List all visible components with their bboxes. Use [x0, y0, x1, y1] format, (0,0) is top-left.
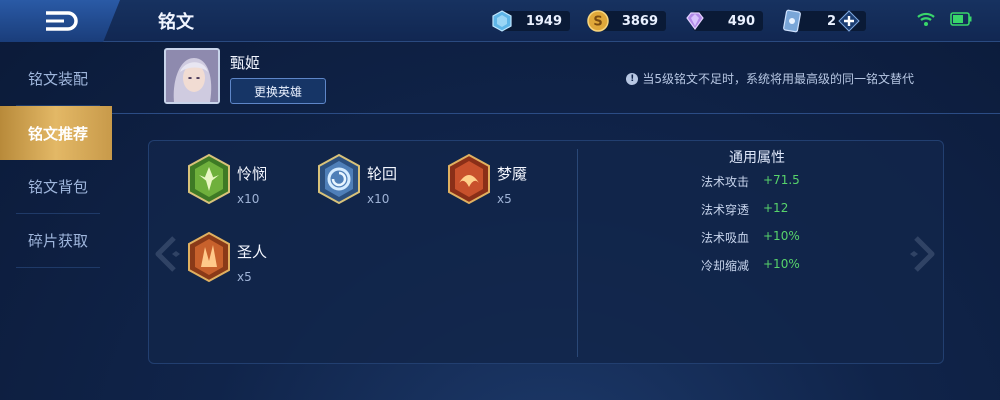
attribute-label: 法术攻击 [701, 175, 750, 189]
diamond-currency[interactable]: 1949 [490, 9, 570, 33]
sidebar-item-rune-equip[interactable]: 铭文装配 [16, 52, 100, 106]
rune-count: x10 [367, 192, 390, 206]
add-icon[interactable] [838, 10, 860, 32]
sidebar-item-rune-bag[interactable]: 铭文背包 [16, 160, 100, 214]
rune-notice: ! 当5级铭文不足时，系统将用最高级的同一铭文替代 [626, 70, 914, 87]
gold-coin-icon: S [587, 10, 609, 32]
rune-name: 圣人 [237, 243, 268, 261]
attribute-value: +12 [763, 201, 789, 215]
attribute-label: 法术吸血 [701, 231, 750, 245]
sidebar-item-fragment[interactable]: 碎片获取 [16, 214, 100, 268]
info-icon: ! [626, 72, 639, 85]
sidebar: 铭文装配 铭文推荐 铭文背包 碎片获取 [0, 42, 112, 400]
change-hero-button[interactable]: 更换英雄 [230, 78, 326, 104]
rune-count: x10 [237, 192, 260, 206]
gem-currency[interactable]: 490 [683, 9, 763, 33]
rune-item[interactable]: 梦魇 x5 [445, 153, 527, 206]
rune-recommend-panel: 怜悯 x10 轮回 x10 梦魇 x5 圣人 x5 通用属性 法术攻击 +71.… [148, 140, 944, 364]
rune-item[interactable]: 怜悯 x10 [185, 153, 267, 206]
panel-divider [577, 149, 578, 357]
notice-text: 当5级铭文不足时，系统将用最高级的同一铭文替代 [642, 72, 914, 86]
status-icons [916, 11, 972, 27]
top-bar: 铭文 1949 S 3869 490 2 [0, 0, 1000, 42]
sidebar-item-rune-recommend[interactable]: 铭文推荐 [0, 106, 112, 160]
rune-item[interactable]: 圣人 x5 [185, 231, 267, 284]
rune-name: 轮回 [367, 165, 398, 183]
rune-mercy-icon [188, 153, 230, 205]
hero-portrait-icon [166, 50, 218, 102]
hero-avatar[interactable] [164, 48, 220, 104]
attribute-row: 冷却缩减 +10% [701, 257, 800, 274]
rune-item[interactable]: 轮回 x10 [315, 153, 397, 206]
rune-name: 梦魇 [497, 165, 528, 183]
attribute-row: 法术穿透 +12 [701, 201, 788, 218]
rune-name: 怜悯 [237, 165, 268, 183]
attribute-label: 法术穿透 [701, 203, 750, 217]
hero-header: 甄姬 更换英雄 ! 当5级铭文不足时，系统将用最高级的同一铭文替代 [112, 42, 1000, 114]
rune-count: x5 [237, 270, 252, 284]
hero-name: 甄姬 [230, 54, 261, 72]
attribute-row: 法术吸血 +10% [701, 229, 800, 246]
gold-currency[interactable]: S 3869 [586, 9, 666, 33]
rune-count: x5 [497, 192, 512, 206]
rune-nightmare-icon [448, 153, 490, 205]
rune-saint-icon [188, 231, 230, 283]
attribute-value: +10% [763, 257, 800, 271]
attribute-label: 冷却缩减 [701, 259, 750, 273]
back-arrow-icon [46, 11, 78, 31]
page-title: 铭文 [158, 12, 194, 33]
attributes-title: 通用属性 [729, 150, 785, 166]
diamond-icon [492, 10, 512, 32]
purple-gem-icon [686, 12, 704, 31]
attribute-row: 法术攻击 +71.5 [701, 173, 800, 190]
battery-icon [950, 12, 972, 26]
card-ticket-icon [783, 9, 801, 33]
attribute-value: +71.5 [763, 173, 800, 187]
wifi-icon [917, 12, 935, 26]
ticket-currency[interactable]: 2 [780, 9, 866, 33]
rune-cycle-icon [318, 153, 360, 205]
svg-text:S: S [593, 15, 602, 30]
back-button[interactable] [0, 0, 120, 42]
attribute-value: +10% [763, 229, 800, 243]
